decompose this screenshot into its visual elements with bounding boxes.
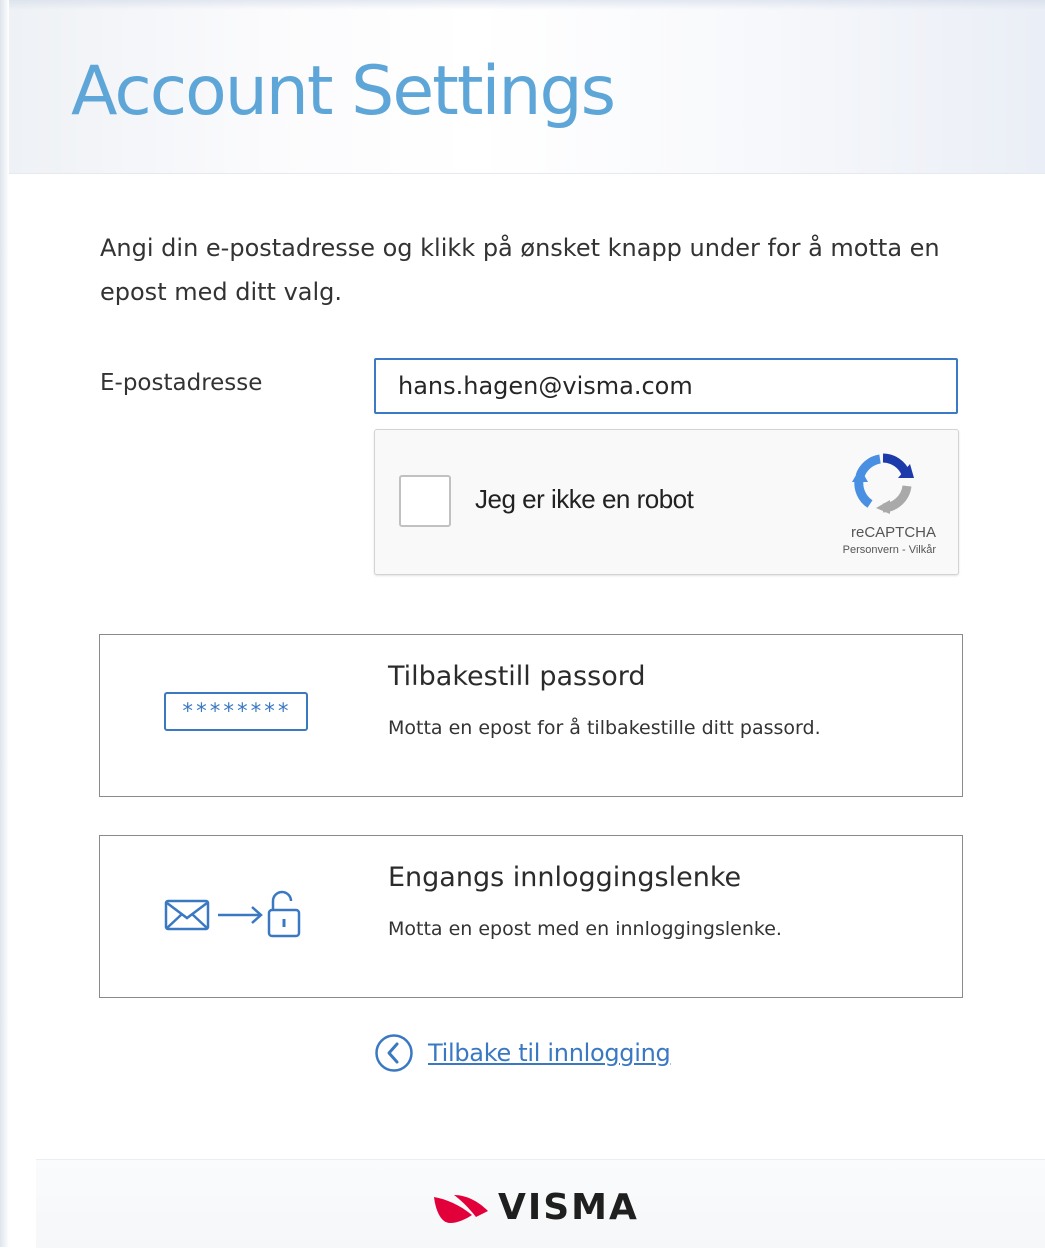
links-separator: -: [898, 544, 909, 556]
terms-link[interactable]: Vilkår: [909, 544, 936, 556]
recaptcha-label: Jeg er ikke en robot: [475, 484, 694, 514]
back-to-login-link[interactable]: Tilbake til innlogging: [428, 1039, 671, 1067]
email-label: E-postadresse: [100, 370, 263, 396]
login-link-title: Engangs innloggingslenke: [388, 862, 742, 893]
reset-password-option[interactable]: ******** Tilbakestill passord Motta en e…: [99, 634, 963, 797]
privacy-link[interactable]: Personvern: [843, 544, 899, 556]
email-to-unlock-icon: [164, 890, 301, 938]
one-time-login-link-option[interactable]: Engangs innloggingslenke Motta en epost …: [99, 835, 963, 998]
page-footer: VISMA: [36, 1159, 1045, 1248]
recaptcha-links: Personvern - Vilkår: [843, 544, 936, 556]
back-to-login[interactable]: Tilbake til innlogging: [374, 1031, 671, 1075]
header-top-shade: [9, 0, 1045, 10]
visma-wordmark: VISMA: [498, 1187, 639, 1228]
password-field-icon: ********: [164, 692, 308, 731]
window-left-edge: [0, 0, 9, 1247]
page-header: Account Settings: [9, 0, 1045, 174]
reset-password-description: Motta en epost for å tilbakestille ditt …: [388, 717, 821, 739]
recaptcha-widget: Jeg er ikke en robot reCAPTCHA Personver…: [374, 429, 959, 575]
page-title: Account Settings: [71, 52, 616, 131]
chevron-left-circle-icon[interactable]: [374, 1033, 414, 1073]
recaptcha-checkbox[interactable]: [399, 475, 451, 527]
recaptcha-logo-icon: [852, 453, 914, 514]
email-input[interactable]: [374, 358, 958, 414]
recaptcha-brand: reCAPTCHA: [850, 524, 936, 541]
visma-logo: VISMA: [432, 1190, 639, 1226]
intro-text: Angi din e-postadresse og klikk på ønske…: [100, 234, 940, 306]
reset-password-title: Tilbakestill passord: [388, 661, 646, 692]
visma-swoosh-icon: [434, 1195, 488, 1223]
login-link-description: Motta en epost med en innloggingslenke.: [388, 918, 782, 940]
